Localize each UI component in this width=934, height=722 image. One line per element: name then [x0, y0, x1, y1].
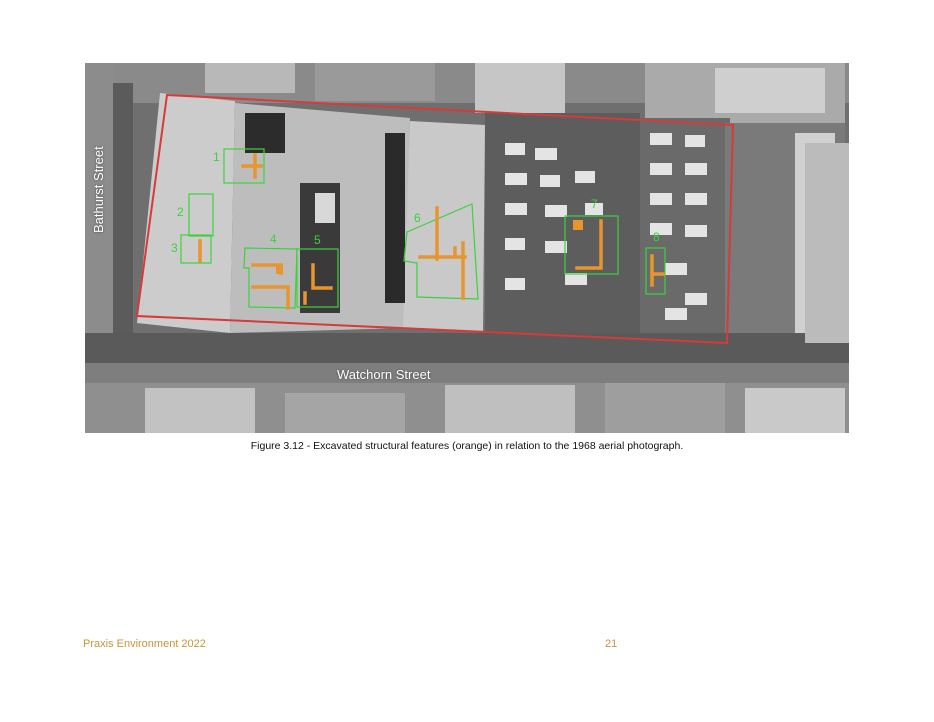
bathurst-street-label: Bathurst Street	[91, 146, 106, 233]
structural-feature-7b	[573, 220, 583, 230]
feature-label-6: 6	[414, 211, 421, 225]
feature-label-4: 4	[270, 232, 277, 246]
structural-feature-4b	[276, 266, 283, 274]
feature-label-3: 3	[171, 241, 178, 255]
aerial-photograph: 1 2 3 4 5 6 7 8 Bathurst Street Watchorn…	[85, 63, 849, 433]
feature-label-2: 2	[177, 205, 184, 219]
document-page: 1 2 3 4 5 6 7 8 Bathurst Street Watchorn…	[0, 0, 934, 722]
aerial-photo-canvas: 1 2 3 4 5 6 7 8	[85, 63, 849, 433]
feature-label-5: 5	[314, 233, 321, 247]
feature-label-7: 7	[591, 197, 598, 211]
page-number: 21	[605, 638, 618, 650]
footer-company: Praxis Environment 2022	[83, 638, 206, 650]
feature-label-8: 8	[653, 230, 660, 244]
feature-label-1: 1	[213, 150, 220, 164]
figure-caption: Figure 3.12 - Excavated structural featu…	[250, 440, 684, 452]
watchorn-street-label: Watchorn Street	[337, 367, 431, 382]
